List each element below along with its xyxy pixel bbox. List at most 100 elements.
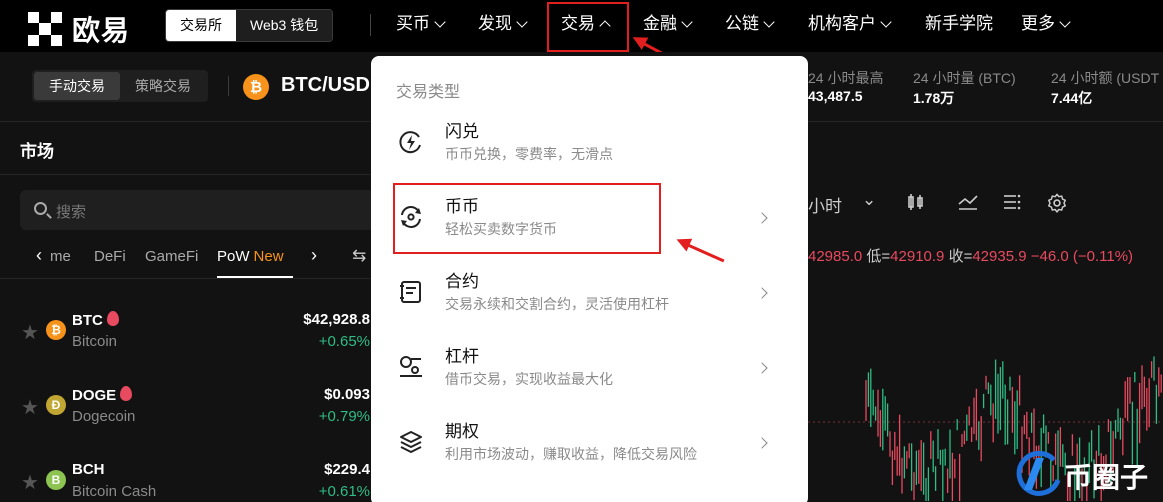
contract-icon (400, 281, 421, 303)
coin-price: $42,928.8 (303, 311, 370, 328)
flash-swap-icon (399, 131, 421, 154)
market-row-bch[interactable]: ★ B BCH Bitcoin Cash $229.4 +0.61% (0, 453, 380, 502)
bitcoin-icon: ₿ (46, 320, 66, 340)
dropdown-item-subtitle: 交易永续和交割合约，灵活使用杠杆 (445, 296, 669, 312)
coin-change: +0.79% (318, 408, 370, 425)
search-placeholder: 搜索 (56, 204, 87, 221)
market-tabs-divider (0, 278, 400, 279)
nav-chain[interactable]: 公链 (725, 12, 775, 36)
favorite-star-icon[interactable]: ★ (21, 470, 39, 495)
coin-symbol: DOGE (72, 386, 133, 404)
ohlc-open: 42985.0 (808, 248, 863, 265)
nav-label: 更多 (1021, 14, 1055, 33)
chevron-down-icon (516, 15, 528, 28)
tab-pow[interactable]: PoW New (217, 248, 284, 265)
okx-logo[interactable]: 欧易 (28, 9, 130, 49)
market-title: 市场 (20, 142, 54, 161)
dropdown-item-title: 杠杆 (445, 347, 479, 366)
dropdown-item-subtitle: 币币兑换，零费率，无滑点 (445, 146, 613, 162)
mode-switch: 交易所 Web3 钱包 (165, 9, 334, 42)
coin-symbol: BTC (72, 311, 119, 329)
nav-buy-crypto[interactable]: 买币 (396, 12, 446, 36)
dropdown-header: 交易类型 (396, 84, 461, 101)
nav-label: 公链 (725, 14, 759, 33)
nav-label: 新手学院 (925, 14, 993, 33)
web3-wallet-button[interactable]: Web3 钱包 (236, 10, 333, 41)
exchange-mode-button[interactable]: 交易所 (166, 10, 236, 41)
market-divider (0, 174, 400, 175)
tabs-scroll-right-icon[interactable]: › (311, 245, 317, 266)
market-search-input[interactable]: 搜索 (20, 190, 380, 230)
pair-symbol[interactable]: BTC/USD (281, 74, 370, 97)
list-settings-icon[interactable] (1002, 192, 1022, 217)
nav-label: 金融 (643, 14, 677, 33)
dropdown-item-options[interactable]: 期权 利用市场波动，赚取收益，降低交易风险 (383, 411, 796, 481)
coin-name: Bitcoin Cash (72, 483, 157, 500)
tab-defi[interactable]: DeFi (94, 248, 126, 265)
tabs-scroll-left-icon[interactable]: ‹ (36, 245, 42, 266)
interval-select[interactable]: 小时 (808, 192, 842, 217)
bitcoin-cash-icon: B (46, 470, 66, 490)
market-row-doge[interactable]: ★ Ð DOGE Dogecoin $0.093 +0.79% (0, 378, 380, 448)
strategy-trade-tab[interactable]: 策略交易 (120, 72, 206, 100)
gear-icon[interactable] (1046, 192, 1068, 219)
coin-change: +0.61% (318, 483, 370, 500)
market-row-btc[interactable]: ★ ₿ BTC Bitcoin $42,928.8 +0.65% (0, 303, 380, 373)
coin-symbol: BCH (72, 461, 105, 478)
indicator-icon[interactable] (957, 192, 979, 217)
search-icon (34, 202, 47, 215)
ohlc-low-label: 低= (866, 248, 891, 265)
dogecoin-icon: Ð (46, 395, 66, 415)
coin-price: $229.4 (324, 461, 370, 478)
ohlc-close-label: 收= (948, 248, 973, 265)
nav-institutional[interactable]: 机构客户 (808, 12, 892, 36)
dropdown-item-flash-swap[interactable]: 闪兑 币币兑换，零费率，无滑点 (383, 111, 796, 181)
stat-label-turnover: 24 小时额 (USDT (1051, 70, 1160, 86)
chevron-right-icon (756, 437, 768, 449)
chevron-down-icon (681, 15, 693, 28)
okx-logo-icon (28, 12, 62, 46)
chevron-right-icon (756, 287, 768, 299)
stat-label-high: 24 小时最高 (808, 70, 884, 86)
bitcoin-icon: ₿ (243, 74, 269, 100)
coin-change: +0.65% (318, 333, 370, 350)
coin-price: $0.093 (324, 386, 370, 403)
stat-value-turnover: 7.44亿 (1051, 90, 1093, 106)
chevron-down-icon[interactable]: ⌄ (862, 190, 876, 210)
nav-divider (370, 14, 371, 36)
chevron-down-icon (434, 15, 446, 28)
nav-label: 机构客户 (808, 14, 876, 33)
dropdown-item-contract[interactable]: 合约 交易永续和交割合约，灵活使用杠杆 (383, 261, 796, 331)
chevron-right-icon (756, 212, 768, 224)
stat-value-volume: 1.78万 (913, 90, 955, 106)
spot-highlight-box (393, 183, 661, 254)
manual-trade-tab[interactable]: 手动交易 (34, 72, 120, 100)
ohlc-low: 42910.9 (890, 248, 945, 265)
favorite-star-icon[interactable]: ★ (21, 320, 39, 345)
hot-fire-icon (120, 386, 133, 401)
ohlc-readout: 42985.0 低=42910.9 收=42935.9 −46.0 (−0.11… (808, 245, 1133, 266)
nav-finance[interactable]: 金融 (643, 12, 693, 36)
nav-discover[interactable]: 发现 (478, 12, 528, 36)
tab-gamefi[interactable]: GameFi (145, 248, 198, 265)
market-tabs: ‹ me DeFi GameFi PoW New › ⇆ (0, 244, 400, 278)
ohlc-change: −46.0 (−0.11%) (1030, 248, 1134, 265)
watermark-text: 币圈子 (1064, 462, 1149, 493)
swap-sort-icon[interactable]: ⇆ (352, 246, 366, 266)
chevron-down-icon (763, 15, 775, 28)
nav-learn[interactable]: 新手学院 (925, 12, 993, 36)
favorite-star-icon[interactable]: ★ (21, 395, 39, 420)
nav-more[interactable]: 更多 (1021, 12, 1071, 36)
stat-label-volume: 24 小时量 (BTC) (913, 70, 1016, 86)
candlestick-icon[interactable] (906, 192, 926, 217)
interval-label: 小时 (808, 197, 842, 216)
coin-name: Dogecoin (72, 408, 136, 425)
trade-mode-switch: 手动交易 策略交易 (32, 70, 208, 102)
tab-meme[interactable]: me (50, 248, 71, 265)
ticker-divider (228, 76, 229, 96)
dropdown-item-subtitle: 利用市场波动，赚取收益，降低交易风险 (445, 446, 697, 462)
chevron-down-icon (1059, 15, 1071, 28)
dropdown-item-title: 闪兑 (445, 122, 479, 141)
dropdown-item-margin[interactable]: 杠杆 借币交易，实现收益最大化 (383, 336, 796, 406)
watermark: 币圈子 (1014, 448, 1163, 502)
